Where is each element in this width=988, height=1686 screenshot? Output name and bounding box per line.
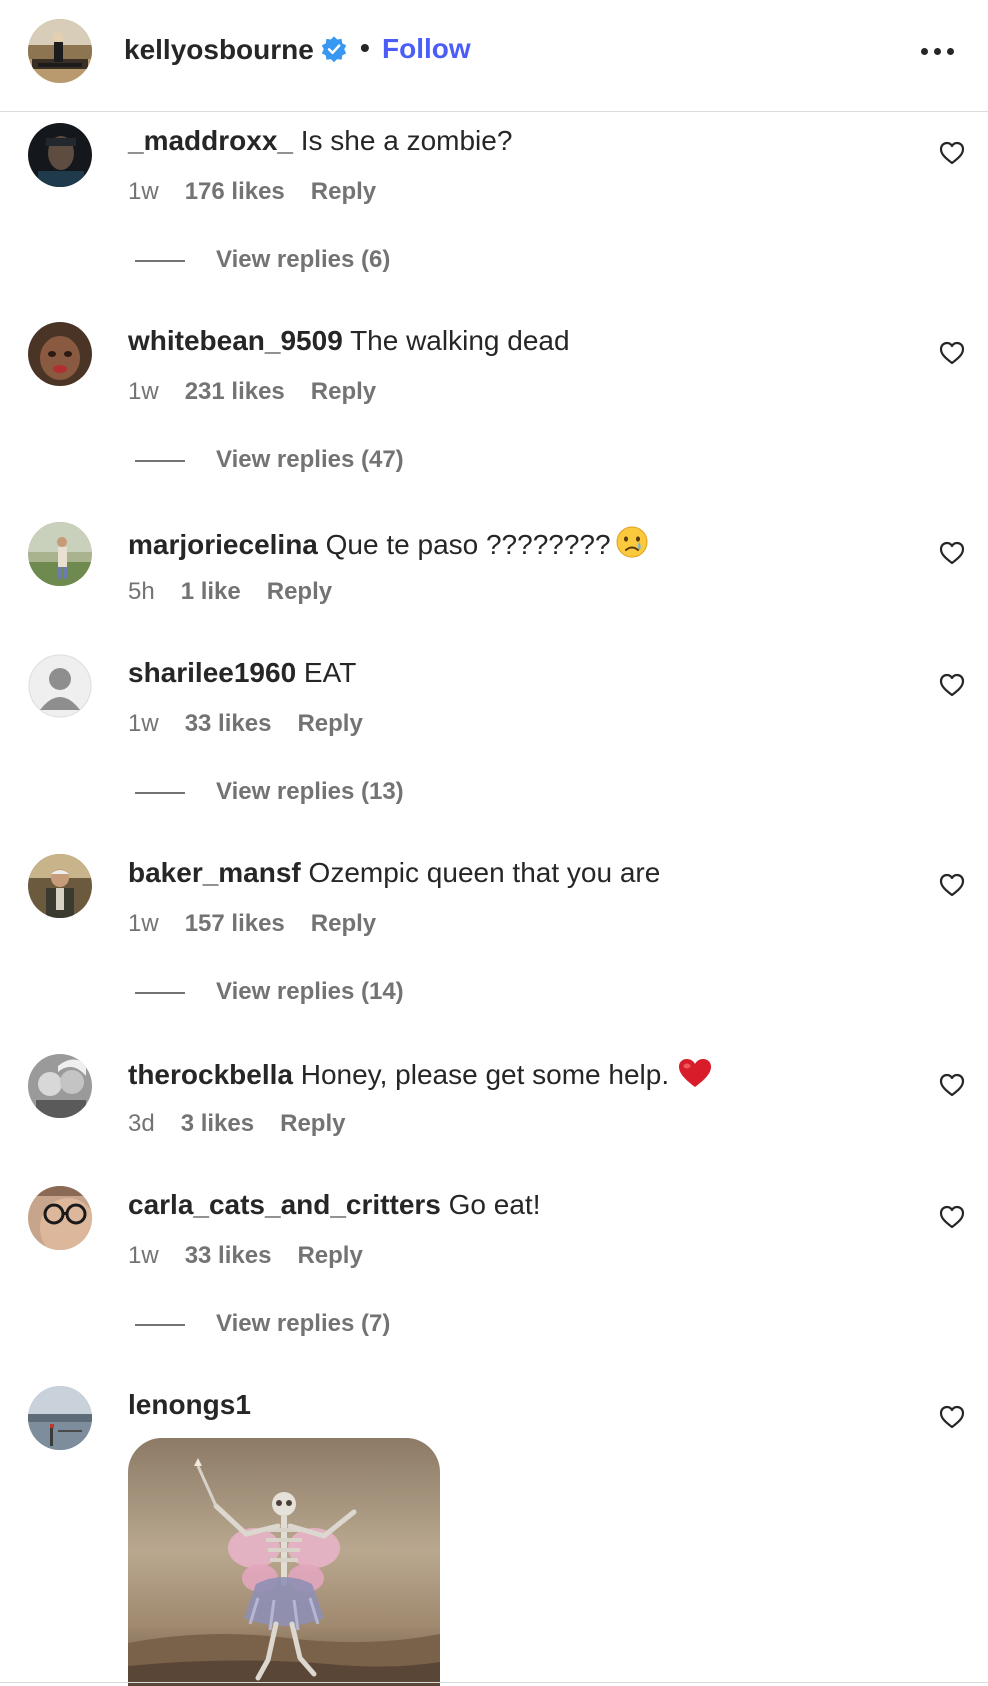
verified-badge-icon <box>321 36 347 63</box>
comment-time[interactable]: 5h <box>128 578 155 606</box>
avatar[interactable] <box>28 322 92 386</box>
comment-text: The walking dead <box>350 325 570 356</box>
view-replies-line <box>135 992 185 994</box>
comment-username[interactable]: sharilee1960 <box>128 657 296 688</box>
red-heart-emoji <box>679 1059 712 1087</box>
post-header: kellyosbourne • Follow <box>0 0 988 112</box>
avatar[interactable] <box>28 1386 92 1450</box>
like-heart-icon[interactable] <box>939 141 965 165</box>
view-replies-button[interactable]: View replies (7) <box>135 1310 415 1340</box>
post-author-username[interactable]: kellyosbourne <box>124 34 314 66</box>
view-replies-line <box>135 1324 185 1326</box>
comment-username[interactable]: carla_cats_and_critters <box>128 1189 441 1220</box>
comment-username[interactable]: _maddroxx_ <box>128 125 293 156</box>
comments-page: kellyosbourne • Follow _maddroxx_ Is she… <box>0 0 988 1686</box>
profile-avatar[interactable] <box>28 19 92 83</box>
avatar[interactable] <box>28 1186 92 1250</box>
like-heart-icon[interactable] <box>939 541 965 565</box>
reply-button[interactable]: Reply <box>311 378 376 406</box>
like-heart-icon[interactable] <box>939 1205 965 1229</box>
like-heart-icon[interactable] <box>939 673 965 697</box>
like-heart-icon[interactable] <box>939 1073 965 1097</box>
comment-likes[interactable]: 157 likes <box>185 910 285 938</box>
like-heart-icon[interactable] <box>939 341 965 365</box>
avatar[interactable] <box>28 522 92 586</box>
comment-likes[interactable]: 176 likes <box>185 178 285 206</box>
comment-time[interactable]: 1w <box>128 178 159 206</box>
view-replies-button[interactable]: View replies (14) <box>135 978 425 1008</box>
bottom-divider <box>0 1682 988 1683</box>
reply-button[interactable]: Reply <box>297 1242 362 1270</box>
avatar[interactable] <box>28 854 92 918</box>
avatar[interactable] <box>28 123 92 187</box>
comment-time[interactable]: 1w <box>128 378 159 406</box>
view-replies-button[interactable]: View replies (6) <box>135 246 415 276</box>
comment-likes[interactable]: 3 likes <box>181 1110 254 1138</box>
comment-username[interactable]: therockbella <box>128 1059 293 1090</box>
comment-time[interactable]: 1w <box>128 910 159 938</box>
avatar[interactable] <box>28 1054 92 1118</box>
comment-username[interactable]: lenongs1 <box>128 1389 251 1420</box>
follow-button[interactable]: Follow <box>382 33 471 65</box>
view-replies-line <box>135 792 185 794</box>
comment-username[interactable]: whitebean_9509 <box>128 325 343 356</box>
reply-button[interactable]: Reply <box>311 910 376 938</box>
more-options-icon[interactable] <box>921 48 955 56</box>
comment-text: Honey, please get some help. <box>300 1059 670 1090</box>
separator-dot: • <box>360 32 370 63</box>
reply-button[interactable]: Reply <box>267 578 332 606</box>
reply-button[interactable]: Reply <box>297 710 362 738</box>
comment-text: EAT <box>303 657 357 688</box>
reply-button[interactable]: Reply <box>280 1110 345 1138</box>
view-replies-line <box>135 260 185 262</box>
avatar[interactable] <box>28 654 92 718</box>
crying-face-emoji <box>616 526 648 558</box>
reply-button[interactable]: Reply <box>311 178 376 206</box>
comment-text: Go eat! <box>448 1189 541 1220</box>
comment-text: Is she a zombie? <box>300 125 513 156</box>
comment-text: Ozempic queen that you are <box>308 857 661 888</box>
view-replies-button[interactable]: View replies (13) <box>135 778 425 808</box>
comment-time[interactable]: 1w <box>128 710 159 738</box>
view-replies-line <box>135 460 185 462</box>
comment-likes[interactable]: 33 likes <box>185 710 272 738</box>
comment-text: Que te paso ???????? <box>325 529 611 560</box>
comment-username[interactable]: marjoriecelina <box>128 529 318 560</box>
comment-time[interactable]: 1w <box>128 1242 159 1270</box>
comment-time[interactable]: 3d <box>128 1110 155 1138</box>
skeleton-fairy-gif[interactable] <box>128 1438 440 1686</box>
like-heart-icon[interactable] <box>939 1405 965 1429</box>
view-replies-button[interactable]: View replies (47) <box>135 446 425 476</box>
comment-likes[interactable]: 33 likes <box>185 1242 272 1270</box>
comment-likes[interactable]: 231 likes <box>185 378 285 406</box>
comment-likes[interactable]: 1 like <box>181 578 241 606</box>
like-heart-icon[interactable] <box>939 873 965 897</box>
comment-username[interactable]: baker_mansf <box>128 857 301 888</box>
